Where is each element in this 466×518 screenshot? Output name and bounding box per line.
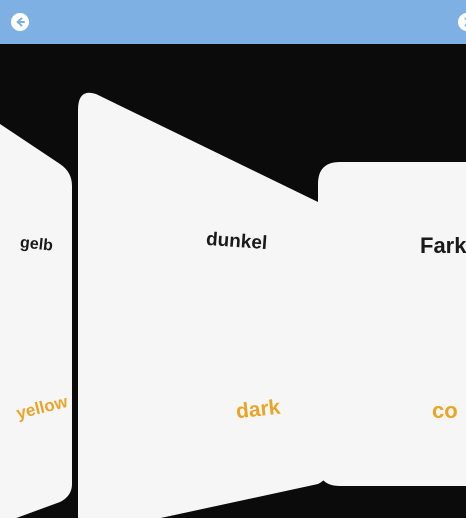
card-shapes (0, 92, 466, 518)
card-translation-en: co (432, 398, 458, 423)
arrow-right-circle-icon (464, 17, 466, 27)
card-carousel[interactable]: gelb yellow dunkel dark Fark co (0, 44, 466, 518)
card-gelb[interactable] (0, 124, 72, 518)
card-word-de: Fark (420, 233, 466, 258)
card-translation-en: dark (234, 395, 282, 424)
card-farbe[interactable] (318, 162, 466, 486)
forward-button[interactable] (458, 13, 466, 31)
card-word-de: dunkel (205, 228, 268, 255)
arrow-left-circle-icon (16, 17, 25, 27)
back-button[interactable] (11, 13, 29, 31)
card-dunkel[interactable] (78, 92, 330, 518)
top-toolbar (0, 0, 466, 44)
card-word-de: gelb (19, 234, 54, 255)
